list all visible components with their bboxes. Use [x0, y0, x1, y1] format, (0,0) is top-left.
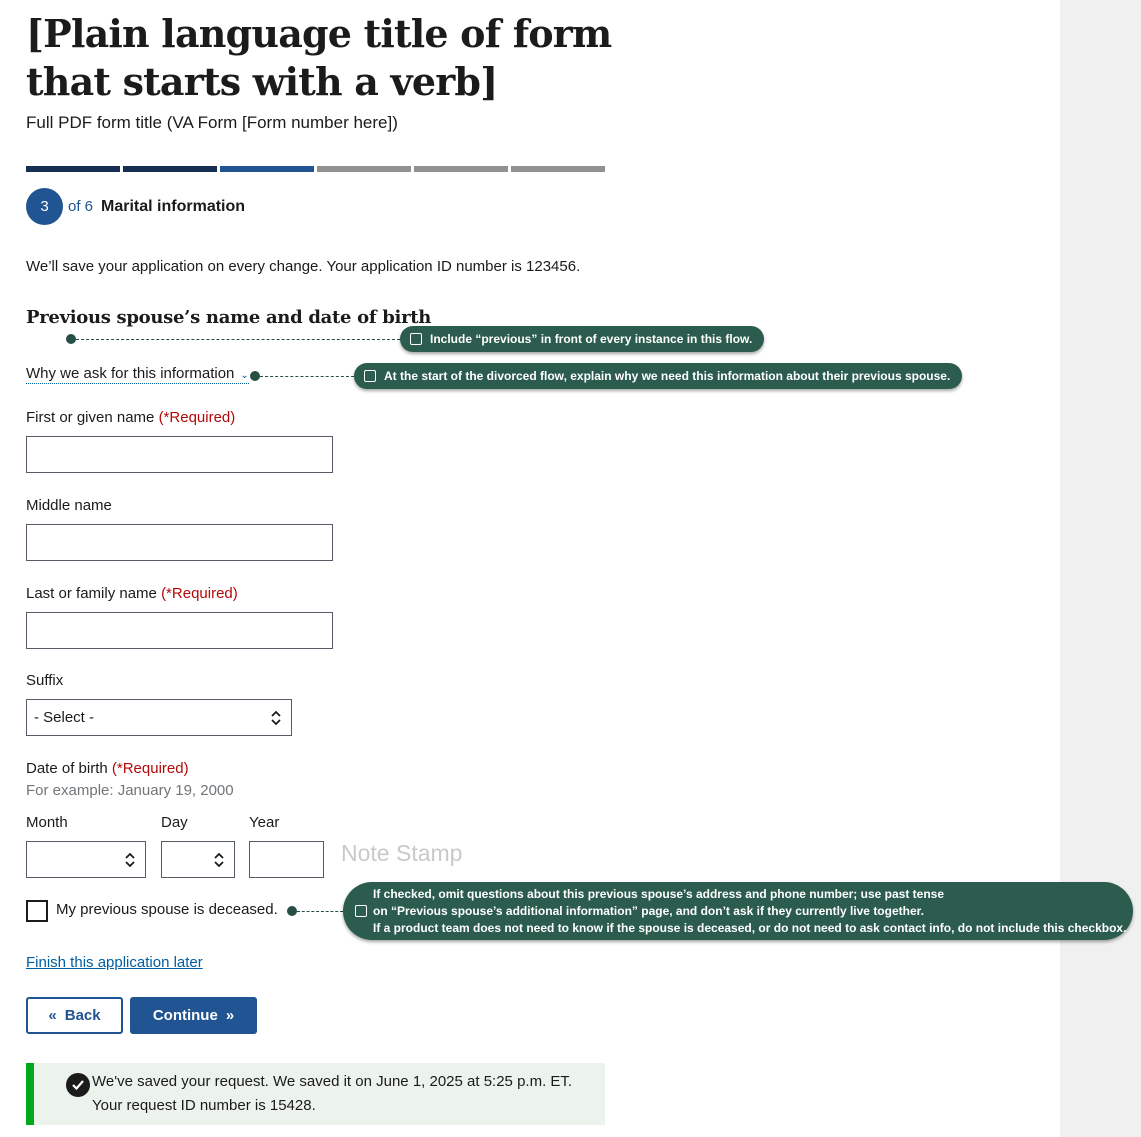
month-label: Month	[26, 814, 68, 831]
why-we-ask-label: Why we ask for this information	[26, 365, 235, 382]
required-marker: (*Required)	[111, 760, 189, 777]
annotation-anchor-dot	[287, 906, 297, 916]
dob-label: Date of birth (*Required)	[26, 760, 189, 777]
step-name: Marital information	[101, 197, 246, 215]
dob-hint: For example: January 19, 2000	[26, 782, 234, 799]
why-we-ask-link[interactable]: Why we ask for this information ⌄	[26, 365, 249, 384]
middle-name-input[interactable]	[26, 524, 333, 561]
deceased-checkbox-label[interactable]: My previous spouse is deceased.	[56, 901, 278, 918]
annotation-checkbox-line-2: on “Previous spouse’s additional informa…	[373, 904, 924, 918]
annotation-why-text: At the start of the divorced flow, expla…	[384, 369, 951, 383]
progress-segment-3	[220, 166, 314, 172]
progress-segment-4	[317, 166, 411, 172]
day-select[interactable]	[161, 841, 235, 878]
progress-segment-6	[511, 166, 605, 172]
middle-name-label: Middle name	[26, 497, 112, 514]
step-indicator: 3 of 6 Marital information	[26, 188, 245, 225]
annotation-anchor-dot	[66, 334, 76, 344]
annotation-heading-note: Include “previous” in front of every ins…	[400, 326, 765, 352]
annotation-connector	[260, 376, 354, 377]
chevron-down-icon: ⌄	[240, 370, 249, 381]
back-button[interactable]: « Back	[26, 997, 123, 1034]
select-arrows-icon	[214, 852, 224, 867]
check-circle-icon	[66, 1073, 90, 1097]
month-select[interactable]	[26, 841, 146, 878]
day-label: Day	[161, 814, 188, 831]
finish-later-link[interactable]: Finish this application later	[26, 954, 203, 971]
annotation-anchor-dot	[250, 371, 260, 381]
deceased-checkbox[interactable]	[26, 900, 48, 922]
step-number-badge: 3	[26, 188, 63, 225]
annotation-why-note: At the start of the divorced flow, expla…	[354, 363, 963, 389]
progress-segment-1	[26, 166, 120, 172]
alert-line-2: Your request ID number is 15428.	[92, 1097, 316, 1114]
step-of-total: of 6	[68, 198, 94, 215]
progress-bar	[26, 166, 605, 172]
progress-segment-2	[123, 166, 217, 172]
double-chevron-left-icon: «	[48, 1007, 57, 1024]
annotation-checkbox-line-3: If a product team does not need to know …	[373, 921, 1127, 935]
success-alert: We've saved your request. We saved it on…	[26, 1063, 605, 1125]
progress-segment-5	[414, 166, 508, 172]
note-icon	[355, 905, 367, 917]
first-name-label: First or given name (*Required)	[26, 409, 235, 426]
alert-line-1: We've saved your request. We saved it on…	[92, 1073, 573, 1090]
suffix-label: Suffix	[26, 672, 64, 689]
suffix-select[interactable]: - Select -	[26, 699, 292, 736]
back-button-label: Back	[64, 1007, 101, 1024]
save-message: We’ll save your application on every cha…	[26, 258, 581, 275]
year-label: Year	[249, 814, 280, 831]
right-side-panel	[1060, 0, 1141, 1137]
continue-button[interactable]: Continue »	[130, 997, 257, 1034]
double-chevron-right-icon: »	[225, 1007, 235, 1024]
required-marker: (*Required)	[161, 585, 238, 602]
annotation-checkbox-note: If checked, omit questions about this pr…	[343, 882, 1133, 940]
note-icon	[410, 333, 422, 345]
last-name-input[interactable]	[26, 612, 333, 649]
first-name-label-text: First or given name	[26, 409, 155, 426]
note-stamp: Note Stamp	[341, 840, 463, 866]
note-icon	[364, 370, 376, 382]
select-arrows-icon	[125, 852, 135, 867]
select-arrows-icon	[271, 710, 281, 725]
first-name-input[interactable]	[26, 436, 333, 473]
required-marker: (*Required)	[158, 409, 236, 426]
page-subtitle: Full PDF form title (VA Form [Form numbe…	[26, 113, 398, 132]
year-input[interactable]	[249, 841, 324, 878]
annotation-checkbox-line-1: If checked, omit questions about this pr…	[373, 887, 945, 901]
last-name-label: Last or family name (*Required)	[26, 585, 238, 602]
page-title: [Plain language title of form that start…	[26, 11, 612, 104]
dob-label-text: Date of birth	[26, 760, 108, 777]
last-name-label-text: Last or family name	[26, 585, 157, 602]
annotation-connector	[76, 339, 400, 340]
annotation-connector	[297, 911, 343, 912]
suffix-select-value: - Select -	[34, 709, 95, 726]
annotation-heading-text: Include “previous” in front of every ins…	[430, 332, 753, 346]
continue-button-label: Continue	[152, 1007, 218, 1024]
section-heading: Previous spouse’s name and date of birth	[26, 307, 432, 328]
